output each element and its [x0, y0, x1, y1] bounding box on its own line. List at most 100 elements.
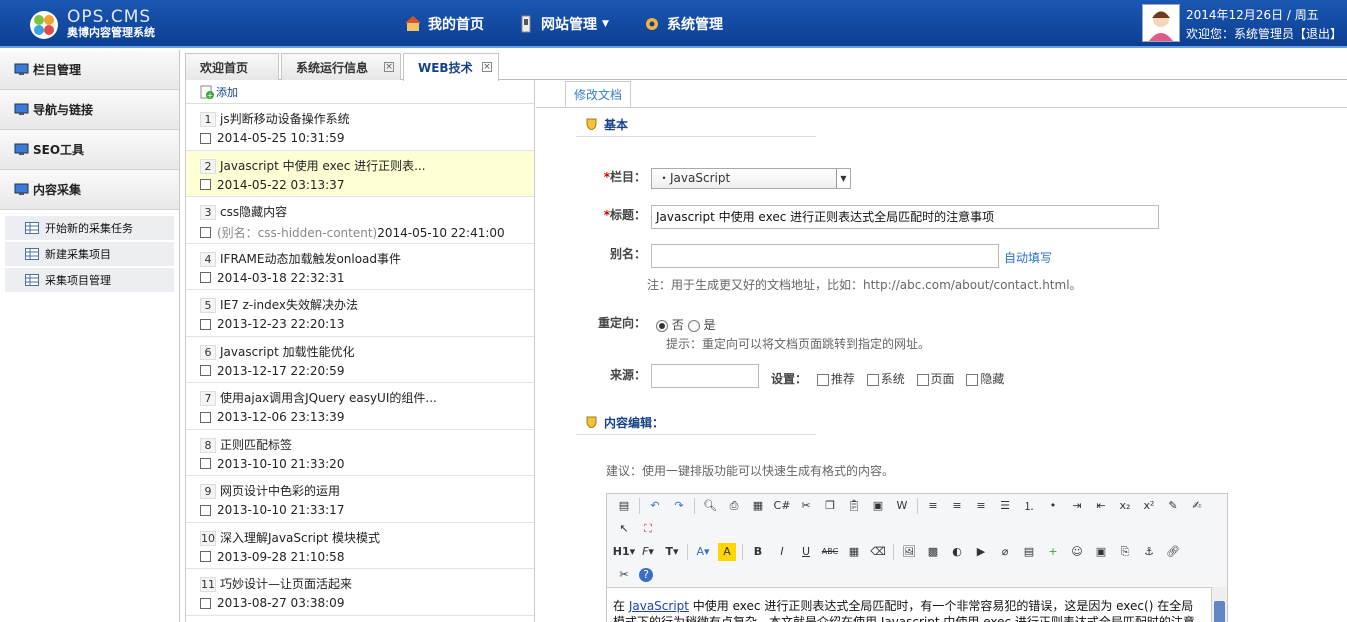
- unordered-list-icon[interactable]: •: [1044, 497, 1062, 515]
- outdent-icon[interactable]: ⇤: [1092, 497, 1110, 515]
- font-color-icon[interactable]: A▾: [694, 543, 712, 561]
- welcome-logout[interactable]: 欢迎您：系统管理员【退出】: [1186, 25, 1342, 44]
- superscript-icon[interactable]: x²: [1140, 497, 1158, 515]
- sidebar-subitem-new-task[interactable]: 开始新的采集任务: [5, 216, 174, 240]
- picture-icon[interactable]: ▣: [1092, 543, 1110, 561]
- hr-icon[interactable]: ▦: [845, 543, 863, 561]
- preview-icon[interactable]: 🔍︎: [701, 497, 719, 515]
- align-justify-icon[interactable]: ☰: [996, 497, 1014, 515]
- source-input[interactable]: [651, 364, 759, 388]
- image-icon[interactable]: 🖼︎: [900, 543, 918, 561]
- content-link[interactable]: JavaScript: [629, 599, 689, 613]
- sidebar-item-nav-links[interactable]: 导航与链接: [0, 90, 179, 130]
- attachment-icon[interactable]: ⌀: [996, 543, 1014, 561]
- row-title[interactable]: 使用ajax调用含JQuery easyUI的组件...: [220, 391, 437, 405]
- row-checkbox[interactable]: [200, 458, 211, 469]
- eraser-icon[interactable]: ⌫: [869, 543, 887, 561]
- row-checkbox[interactable]: [200, 132, 211, 144]
- clear-format-icon[interactable]: ✎: [1164, 497, 1182, 515]
- tab-welcome[interactable]: 欢迎首页: [185, 53, 279, 80]
- unlink-icon[interactable]: ✂: [615, 566, 633, 584]
- list-item[interactable]: 8 正则匹配标签 2013-10-10 21:33:20: [186, 430, 534, 476]
- tab-system-info[interactable]: 系统运行信息 ×: [281, 53, 401, 80]
- nav-home[interactable]: 我的首页: [404, 0, 484, 48]
- row-title[interactable]: css隐藏内容: [220, 205, 287, 219]
- source-icon[interactable]: ▤: [615, 497, 633, 515]
- row-checkbox[interactable]: [200, 597, 211, 609]
- italic-icon[interactable]: I: [773, 543, 791, 561]
- link-icon[interactable]: 🔗︎: [1164, 543, 1182, 561]
- font-family-icon[interactable]: F ▾: [639, 543, 657, 561]
- nav-system-manage[interactable]: 系统管理: [643, 0, 723, 48]
- highlight-color-icon[interactable]: A: [718, 542, 736, 561]
- paste-word-icon[interactable]: W: [893, 497, 911, 515]
- align-left-icon[interactable]: ≡: [924, 497, 942, 515]
- nav-site-manage[interactable]: 网站管理 ▼: [517, 0, 609, 48]
- ordered-list-icon[interactable]: ⒈: [1020, 497, 1038, 515]
- multi-image-icon[interactable]: ▩: [924, 543, 942, 561]
- insert-row-icon[interactable]: +: [1044, 543, 1062, 561]
- cut-icon[interactable]: ✂: [797, 497, 815, 515]
- hidden-checkbox[interactable]: [966, 373, 979, 386]
- sidebar-item-collect[interactable]: 内容采集: [0, 170, 179, 210]
- fullscreen-icon[interactable]: ⛶: [639, 520, 657, 538]
- title-input[interactable]: Javascript 中使用 exec 进行正则表达式全局匹配时的注意事项: [651, 205, 1159, 229]
- print-icon[interactable]: ⎙: [725, 497, 743, 515]
- row-title[interactable]: 正则匹配标签: [220, 438, 292, 452]
- underline-icon[interactable]: U: [797, 543, 815, 561]
- strikethrough-icon[interactable]: ABC: [821, 543, 839, 561]
- font-size-icon[interactable]: T ▾: [663, 543, 681, 561]
- tab-web-tech[interactable]: WEB技术 ×: [403, 53, 499, 81]
- help-icon[interactable]: ?: [639, 567, 653, 582]
- template-icon[interactable]: ▦: [749, 497, 767, 515]
- system-checkbox[interactable]: [866, 373, 879, 386]
- page-break-icon[interactable]: ⎘: [1116, 543, 1134, 561]
- list-item[interactable]: 11 巧妙设计—让页面活起来 2013-08-27 03:38:09: [186, 569, 534, 616]
- list-item[interactable]: 10 深入理解JavaScript 模块模式 2013-09-28 21:10:58: [186, 523, 534, 569]
- undo-icon[interactable]: ↶: [646, 497, 664, 515]
- sidebar-subitem-new-project[interactable]: 新建采集项目: [5, 242, 174, 266]
- anchor-icon[interactable]: ⚓: [1140, 543, 1158, 561]
- table-insert-icon[interactable]: ▤: [1020, 543, 1038, 561]
- close-icon[interactable]: ×: [384, 62, 394, 72]
- align-center-icon[interactable]: ≡: [948, 497, 966, 515]
- indent-icon[interactable]: ⇥: [1068, 497, 1086, 515]
- subscript-icon[interactable]: x₂: [1116, 497, 1134, 515]
- editor-scrollbar[interactable]: [1211, 587, 1227, 622]
- copy-icon[interactable]: ❐: [821, 497, 839, 515]
- sidebar-subitem-project-manage[interactable]: 采集项目管理: [5, 268, 174, 292]
- row-checkbox[interactable]: [200, 272, 211, 283]
- column-select[interactable]: ・JavaScript ▼: [651, 168, 851, 189]
- row-checkbox[interactable]: [200, 411, 211, 423]
- close-icon[interactable]: ×: [482, 62, 492, 72]
- scrollbar-thumb[interactable]: [1214, 601, 1225, 622]
- list-item[interactable]: 1 js判断移动设备操作系统 2014-05-25 10:31:59: [186, 104, 534, 151]
- media-icon[interactable]: ▶: [972, 543, 990, 561]
- row-checkbox[interactable]: [200, 227, 211, 238]
- code-icon[interactable]: C#: [773, 497, 791, 515]
- bold-icon[interactable]: B: [749, 543, 767, 561]
- redo-icon[interactable]: ↷: [670, 497, 688, 515]
- row-checkbox[interactable]: [200, 551, 211, 562]
- select-all-icon[interactable]: ↖: [615, 520, 633, 538]
- row-checkbox[interactable]: [200, 318, 211, 330]
- row-title[interactable]: Javascript 中使用 exec 进行正则表...: [220, 159, 426, 173]
- tab-edit-doc[interactable]: 修改文档: [565, 81, 632, 107]
- row-title[interactable]: 网页设计中色彩的运用: [220, 484, 340, 498]
- row-checkbox[interactable]: [200, 179, 211, 190]
- row-title[interactable]: 巧妙设计—让页面活起来: [220, 577, 352, 591]
- list-item[interactable]: 4 IFRAME动态加载触发onload事件 2014-03-18 22:32:31: [186, 244, 534, 290]
- recommend-checkbox[interactable]: [816, 373, 829, 386]
- list-item[interactable]: 5 IE7 z-index失效解决办法 2013-12-23 22:20:13: [186, 290, 534, 337]
- list-item[interactable]: 6 Javascript 加载性能优化 2013-12-17 22:20:59: [186, 337, 534, 383]
- emoticon-icon[interactable]: ☺: [1068, 543, 1086, 561]
- redirect-yes-radio[interactable]: [687, 319, 700, 332]
- align-right-icon[interactable]: ≡: [972, 497, 990, 515]
- paste-text-icon[interactable]: ▣: [869, 497, 887, 515]
- sidebar-item-seo[interactable]: SEO工具: [0, 130, 179, 170]
- add-button[interactable]: + 添加: [186, 80, 534, 104]
- row-checkbox[interactable]: [200, 504, 211, 516]
- row-title[interactable]: 深入理解JavaScript 模块模式: [220, 531, 380, 545]
- row-title[interactable]: js判断移动设备操作系统: [220, 112, 350, 126]
- page-checkbox[interactable]: [916, 373, 929, 386]
